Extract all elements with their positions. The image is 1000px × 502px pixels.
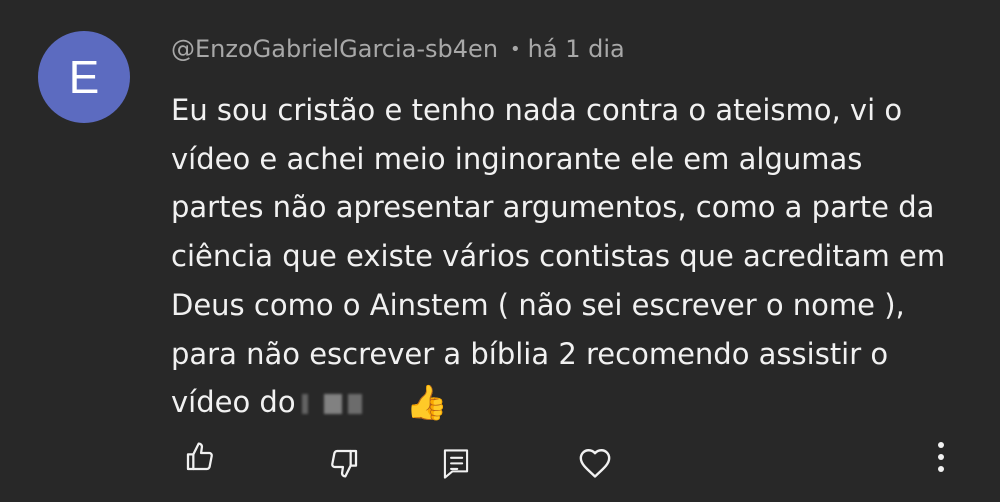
separator-dot: • <box>510 39 521 60</box>
comment-last-line: vídeo do 👍 <box>171 378 981 428</box>
comment-line: para não escrever a bíblia 2 recomendo a… <box>171 336 889 371</box>
more-vertical-icon <box>938 442 944 472</box>
heart-icon <box>579 449 611 478</box>
reply-icon <box>443 449 469 479</box>
author-handle[interactable]: @EnzoGabrielGarcia-sb4en <box>171 35 498 63</box>
thumbs-down-icon <box>331 449 358 478</box>
avatar-initial: E <box>68 51 100 103</box>
timestamp: há 1 dia <box>527 35 625 63</box>
thumbs-up-icon <box>186 442 213 471</box>
comment-line: ciência que existe vários contistas que … <box>171 239 946 274</box>
dislike-button[interactable] <box>324 443 364 483</box>
comment-line: vídeo e achei meio inginorante ele em al… <box>171 141 863 176</box>
comment-text: Eu sou cristão e tenho nada contra o ate… <box>171 86 981 428</box>
avatar[interactable]: E <box>38 31 130 123</box>
thumbs-up-emoji-icon: 👍 <box>405 383 448 424</box>
comment-header: @EnzoGabrielGarcia-sb4en • há 1 dia <box>171 34 625 65</box>
comment-line: Deus como o Ainstem ( não sei escrever o… <box>171 287 905 322</box>
comment-line: vídeo do <box>171 385 296 420</box>
like-button[interactable] <box>180 437 220 477</box>
heart-button[interactable] <box>575 443 615 483</box>
more-options-button[interactable] <box>921 437 961 477</box>
comment-line: partes não apresentar argumentos, como a… <box>171 190 935 225</box>
comment-line: Eu sou cristão e tenho nada contra o ate… <box>171 93 903 127</box>
reply-button[interactable] <box>436 444 476 484</box>
blurred-text <box>301 394 388 415</box>
